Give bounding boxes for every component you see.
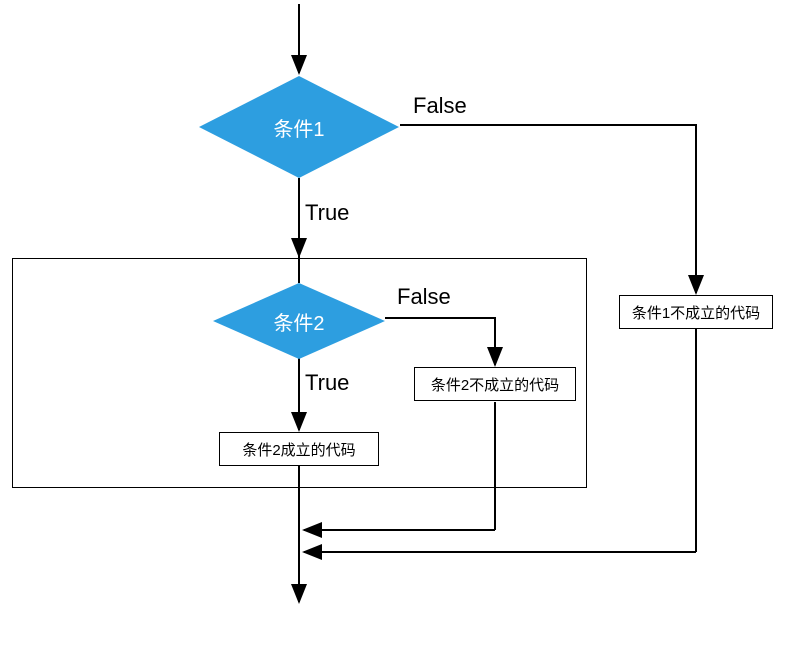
decision-2-true-label: True <box>305 370 349 396</box>
decision-1: 条件1 <box>199 76 399 178</box>
decision-2: 条件2 <box>213 283 385 359</box>
box-condition2-false-text: 条件2不成立的代码 <box>431 374 559 395</box>
box-condition2-true: 条件2成立的代码 <box>219 432 379 466</box>
decision-1-false-label: False <box>413 93 467 119</box>
box-condition1-false: 条件1不成立的代码 <box>619 295 773 329</box>
box-condition2-true-text: 条件2成立的代码 <box>242 439 355 460</box>
decision-1-label: 条件1 <box>273 113 324 142</box>
decision-2-label: 条件2 <box>273 307 324 336</box>
box-condition1-false-text: 条件1不成立的代码 <box>632 302 760 323</box>
box-condition2-false: 条件2不成立的代码 <box>414 367 576 401</box>
decision-2-false-label: False <box>397 284 451 310</box>
decision-1-true-label: True <box>305 200 349 226</box>
